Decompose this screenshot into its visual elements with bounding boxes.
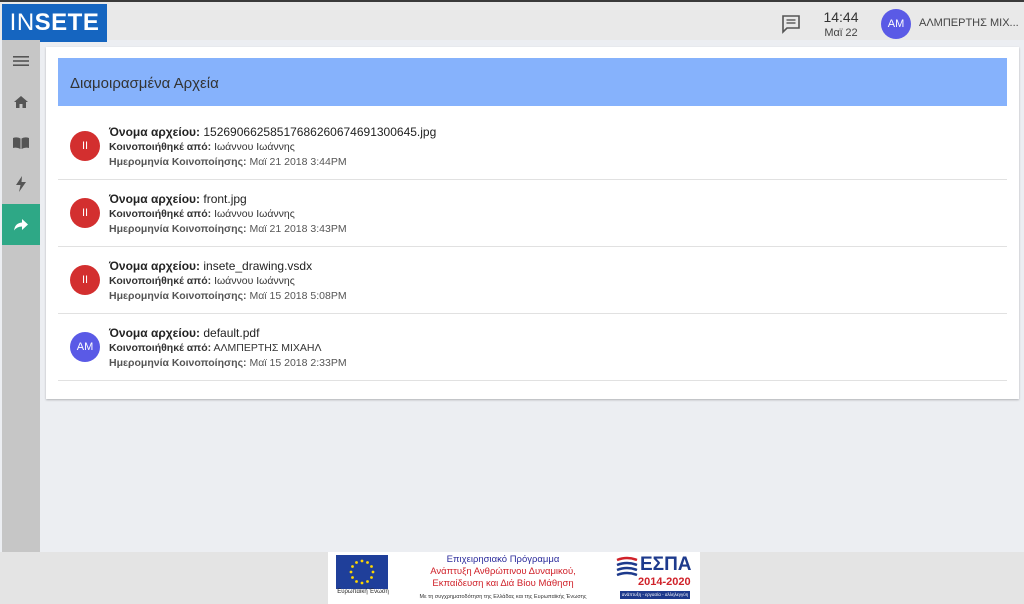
clock-time: 14:44 (823, 9, 859, 25)
clock: 14:44 Μαϊ 22 (815, 9, 867, 39)
shared-by: ΑΛΜΠΕΡΤΗΣ ΜΙΧΑΗΛ (213, 342, 322, 354)
filename-label: Όνομα αρχείου: (109, 192, 201, 206)
home-icon[interactable] (2, 81, 40, 122)
user-avatar[interactable]: AM (881, 9, 911, 39)
card-header: Διαμοιρασμένα Αρχεία (58, 58, 1007, 106)
share-date: Μαϊ 15 2018 2:33PM (249, 357, 347, 369)
top-bar: IN SETE 14:44 Μαϊ 22 AM ΑΛΜΠΕΡΤΗΣ ΜΙΧ... (0, 0, 1024, 42)
chat-icon[interactable] (780, 14, 802, 34)
file-list-item[interactable]: II Όνομα αρχείου: front.jpg Κοινοποιήθηκ… (58, 180, 1007, 247)
insete-logo[interactable]: IN SETE (2, 4, 107, 42)
filename[interactable]: insete_drawing.vsdx (203, 259, 312, 273)
shared-by: Ιωάννου Ιωάννης (214, 141, 295, 153)
share-date: Μαϊ 21 2018 3:44PM (249, 156, 347, 168)
file-list-item[interactable]: II Όνομα αρχείου: 1526906625851768626067… (58, 113, 1007, 180)
shared-by-label: Κοινοποιήθηκέ από: (109, 275, 212, 287)
book-icon[interactable] (2, 122, 40, 163)
share-date-label: Ημερομηνία Κοινοποίησης: (109, 357, 247, 369)
share-date: Μαϊ 15 2018 5:08PM (249, 290, 347, 302)
espa-years: 2014-2020 (638, 576, 691, 588)
sharer-avatar: AM (70, 332, 100, 362)
espa-word: ΕΣΠΑ (640, 554, 692, 575)
filename-label: Όνομα αρχείου: (109, 326, 201, 340)
filename[interactable]: front.jpg (203, 192, 246, 206)
logo-text-in: IN (9, 9, 35, 36)
shared-by: Ιωάννου Ιωάννης (214, 275, 295, 287)
sharer-avatar: II (70, 265, 100, 295)
share-date-label: Ημερομηνία Κοινοποίησης: (109, 156, 247, 168)
sharer-avatar: II (70, 131, 100, 161)
shared-by: Ιωάννου Ιωάννης (214, 208, 295, 220)
sharer-avatar: II (70, 198, 100, 228)
eu-flag-icon (336, 555, 388, 589)
cofinancing-note: Με τη συγχρηματοδότηση της Ελλάδας και τ… (419, 594, 587, 600)
logo-text-sete: SETE (34, 9, 100, 36)
sidebar (2, 40, 40, 552)
user-name[interactable]: ΑΛΜΠΕΡΤΗΣ ΜΙΧ... (919, 17, 1019, 29)
shared-by-label: Κοινοποιήθηκέ από: (109, 141, 212, 153)
share-icon[interactable] (2, 204, 40, 245)
espa-banner: Ευρωπαϊκή Ένωση Επιχειρησιακό Πρόγραμμα … (328, 552, 700, 604)
program-title: Επιχειρησιακό Πρόγραμμα (446, 554, 560, 565)
filename-label: Όνομα αρχείου: (109, 259, 201, 273)
greek-flag-wave-icon (616, 556, 638, 577)
filename[interactable]: 15269066258517686260674691300645.jpg (203, 125, 436, 139)
file-list-item[interactable]: II Όνομα αρχείου: insete_drawing.vsdx Κο… (58, 247, 1007, 314)
share-date-label: Ημερομηνία Κοινοποίησης: (109, 290, 247, 302)
program-name-line1: Ανάπτυξη Ανθρώπινου Δυναμικού, (430, 566, 576, 577)
share-date-label: Ημερομηνία Κοινοποίησης: (109, 223, 247, 235)
shared-files-card: Διαμοιρασμένα Αρχεία II Όνομα αρχείου: 1… (46, 47, 1019, 399)
espa-tagline: ανάπτυξη - εργασία - αλληλεγγύη (620, 591, 690, 599)
menu-icon[interactable] (2, 40, 40, 81)
program-name-line2: Εκπαίδευση και Διά Βίου Μάθηση (432, 578, 574, 589)
file-list-item[interactable]: AM Όνομα αρχείου: default.pdf Κοινοποιήθ… (58, 314, 1007, 381)
share-date: Μαϊ 21 2018 3:43PM (249, 223, 347, 235)
clock-date: Μαϊ 22 (824, 27, 858, 39)
footer: Ευρωπαϊκή Ένωση Επιχειρησιακό Πρόγραμμα … (0, 552, 1024, 604)
filename[interactable]: default.pdf (203, 326, 259, 340)
page-title: Διαμοιρασμένα Αρχεία (70, 75, 219, 92)
filename-label: Όνομα αρχείου: (109, 125, 201, 139)
bolt-icon[interactable] (2, 163, 40, 204)
eu-caption: Ευρωπαϊκή Ένωση (337, 589, 389, 595)
espa-logo: ΕΣΠΑ 2014-2020 ανάπτυξη - εργασία - αλλη… (616, 554, 696, 602)
shared-by-label: Κοινοποιήθηκέ από: (109, 342, 212, 354)
file-list: II Όνομα αρχείου: 1526906625851768626067… (58, 113, 1007, 381)
shared-by-label: Κοινοποιήθηκέ από: (109, 208, 212, 220)
